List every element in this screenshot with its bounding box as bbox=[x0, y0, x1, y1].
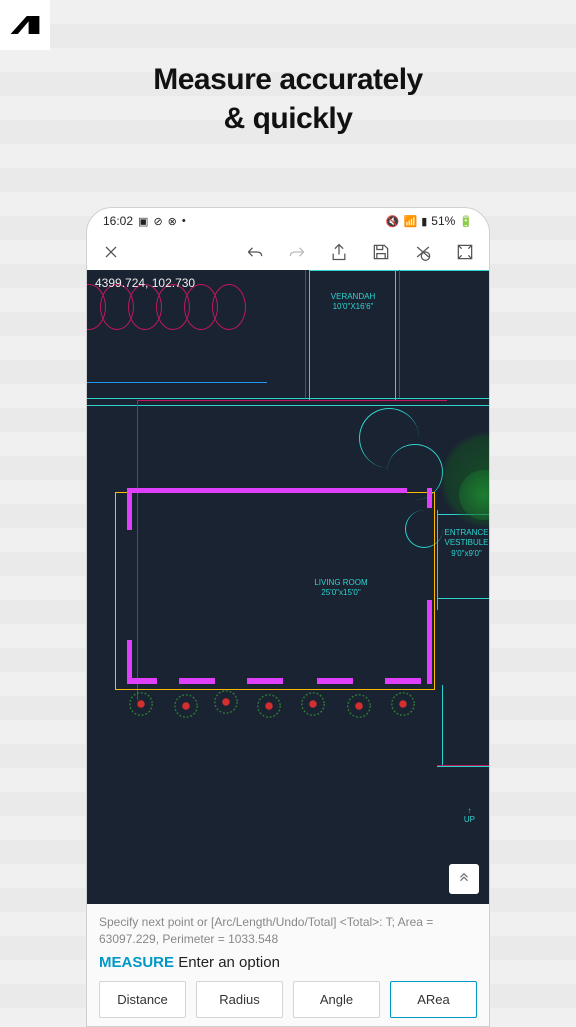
option-area[interactable]: ARea bbox=[390, 981, 477, 1018]
autodesk-logo bbox=[0, 0, 50, 50]
phone-frame: 16:02 ▣ ⊘ ⊗ • 🔇 📶 ▮ 51% 🔋 bbox=[86, 207, 490, 1027]
room-living: LIVING ROOM 25'0"x15'0" bbox=[305, 578, 377, 599]
measure-selection bbox=[115, 492, 435, 690]
shuffle-icon[interactable] bbox=[409, 238, 437, 266]
option-radius[interactable]: Radius bbox=[196, 981, 283, 1018]
close-button[interactable] bbox=[97, 238, 125, 266]
blue-line bbox=[87, 382, 267, 383]
bush bbox=[299, 690, 327, 718]
up-arrow: ↑ UP bbox=[464, 806, 475, 824]
nodata-icon: ⊗ bbox=[168, 215, 177, 228]
save-button[interactable] bbox=[367, 238, 395, 266]
headline-line1: Measure accurately bbox=[153, 63, 423, 96]
signal-icon: ▮ bbox=[421, 215, 427, 228]
headline-line2: & quickly bbox=[224, 102, 353, 135]
bush bbox=[389, 690, 417, 718]
status-battery: 51% bbox=[431, 214, 455, 228]
fullscreen-button[interactable] bbox=[451, 238, 479, 266]
command-hint: Specify next point or [Arc/Length/Undo/T… bbox=[99, 914, 477, 948]
bush bbox=[212, 688, 240, 716]
ellipse-row bbox=[87, 284, 240, 330]
bush bbox=[255, 692, 283, 720]
bush bbox=[172, 692, 200, 720]
room-entrance: ENTRANCE VESTIBULE 9'0"x9'0" bbox=[439, 528, 489, 559]
wifi-icon: 📶 bbox=[404, 215, 418, 228]
command-panel: Specify next point or [Arc/Length/Undo/T… bbox=[87, 904, 489, 1026]
share-button[interactable] bbox=[325, 238, 353, 266]
command-name: MEASURE bbox=[99, 954, 174, 971]
more-icon: • bbox=[182, 215, 186, 227]
battery-icon: 🔋 bbox=[459, 215, 473, 228]
command-prompt: Enter an option bbox=[178, 954, 280, 971]
option-distance[interactable]: Distance bbox=[99, 981, 186, 1018]
option-angle[interactable]: Angle bbox=[293, 981, 380, 1018]
redo-button[interactable] bbox=[283, 238, 311, 266]
phone-statusbar: 16:02 ▣ ⊘ ⊗ • 🔇 📶 ▮ 51% 🔋 bbox=[87, 208, 489, 234]
alarm-icon: ⊘ bbox=[153, 215, 162, 228]
options-row: Distance Radius Angle ARea bbox=[99, 981, 477, 1018]
room-verandah: VERANDAH 10'0"X16'6" bbox=[323, 292, 383, 313]
bush bbox=[345, 692, 373, 720]
bush bbox=[127, 690, 155, 718]
status-time: 16:02 bbox=[103, 214, 133, 228]
undo-button[interactable] bbox=[241, 238, 269, 266]
cursor-coordinates: 4399.724, 102.730 bbox=[95, 276, 195, 290]
mute-icon: 🔇 bbox=[386, 215, 400, 228]
image-icon: ▣ bbox=[138, 215, 148, 228]
app-toolbar bbox=[87, 234, 489, 270]
drawing-canvas[interactable]: 4399.724, 102.730 bbox=[87, 270, 489, 904]
collapse-panel-button[interactable] bbox=[449, 864, 479, 894]
command-line: MEASURE Enter an option bbox=[99, 954, 477, 971]
headline: Measure accurately & quickly bbox=[0, 60, 576, 138]
